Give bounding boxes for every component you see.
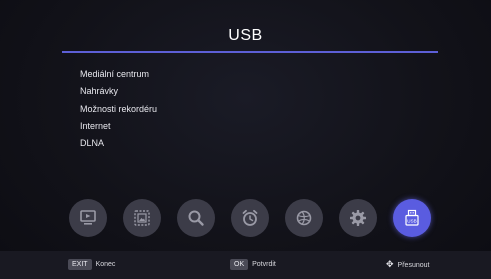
- page-title: USB: [228, 27, 263, 44]
- picture-icon: [134, 210, 150, 226]
- globe-icon: [296, 210, 312, 226]
- usb-button[interactable]: USB: [393, 199, 431, 237]
- main-icon-bar: USB: [69, 199, 433, 239]
- usb-icon-label: USB: [407, 219, 416, 224]
- menu-item-internet[interactable]: Internet: [80, 118, 157, 135]
- search-icon: [188, 210, 204, 226]
- exit-hint: EXIT Konec: [68, 259, 115, 270]
- search-button[interactable]: [177, 199, 215, 237]
- timer-button[interactable]: [231, 199, 269, 237]
- title-divider: [62, 51, 438, 53]
- gear-icon: [350, 210, 366, 226]
- alarm-clock-icon: [242, 209, 258, 226]
- menu-item-recorder-options[interactable]: Možnosti rekordéru: [80, 101, 157, 118]
- tv-icon: [80, 210, 96, 225]
- tv-button[interactable]: [69, 199, 107, 237]
- exit-hint-label: Konec: [95, 261, 116, 268]
- usb-menu: Mediální centrum Nahrávky Možnosti rekor…: [80, 66, 157, 152]
- network-button[interactable]: [285, 199, 323, 237]
- menu-item-recordings[interactable]: Nahrávky: [80, 83, 157, 100]
- usb-icon: USB: [405, 209, 419, 226]
- menu-item-dlna[interactable]: DLNA: [80, 135, 157, 152]
- move-hint: ✥ Přesunout: [386, 259, 429, 270]
- ok-hint: OK Potvrdit: [230, 259, 276, 270]
- exit-key-chip[interactable]: EXIT: [68, 259, 92, 270]
- picture-button[interactable]: [123, 199, 161, 237]
- menu-item-media-center[interactable]: Mediální centrum: [80, 66, 157, 83]
- ok-key-chip[interactable]: OK: [230, 259, 249, 270]
- four-way-arrows-icon: ✥: [386, 259, 394, 269]
- move-hint-label: Přesunout: [397, 262, 430, 269]
- ok-hint-label: Potvrdit: [252, 261, 276, 268]
- screen: USB Mediální centrum Nahrávky Možnosti r…: [0, 0, 491, 279]
- footer-bar: EXIT Konec OK Potvrdit ✥ Přesunout: [0, 251, 491, 279]
- settings-button[interactable]: [339, 199, 377, 237]
